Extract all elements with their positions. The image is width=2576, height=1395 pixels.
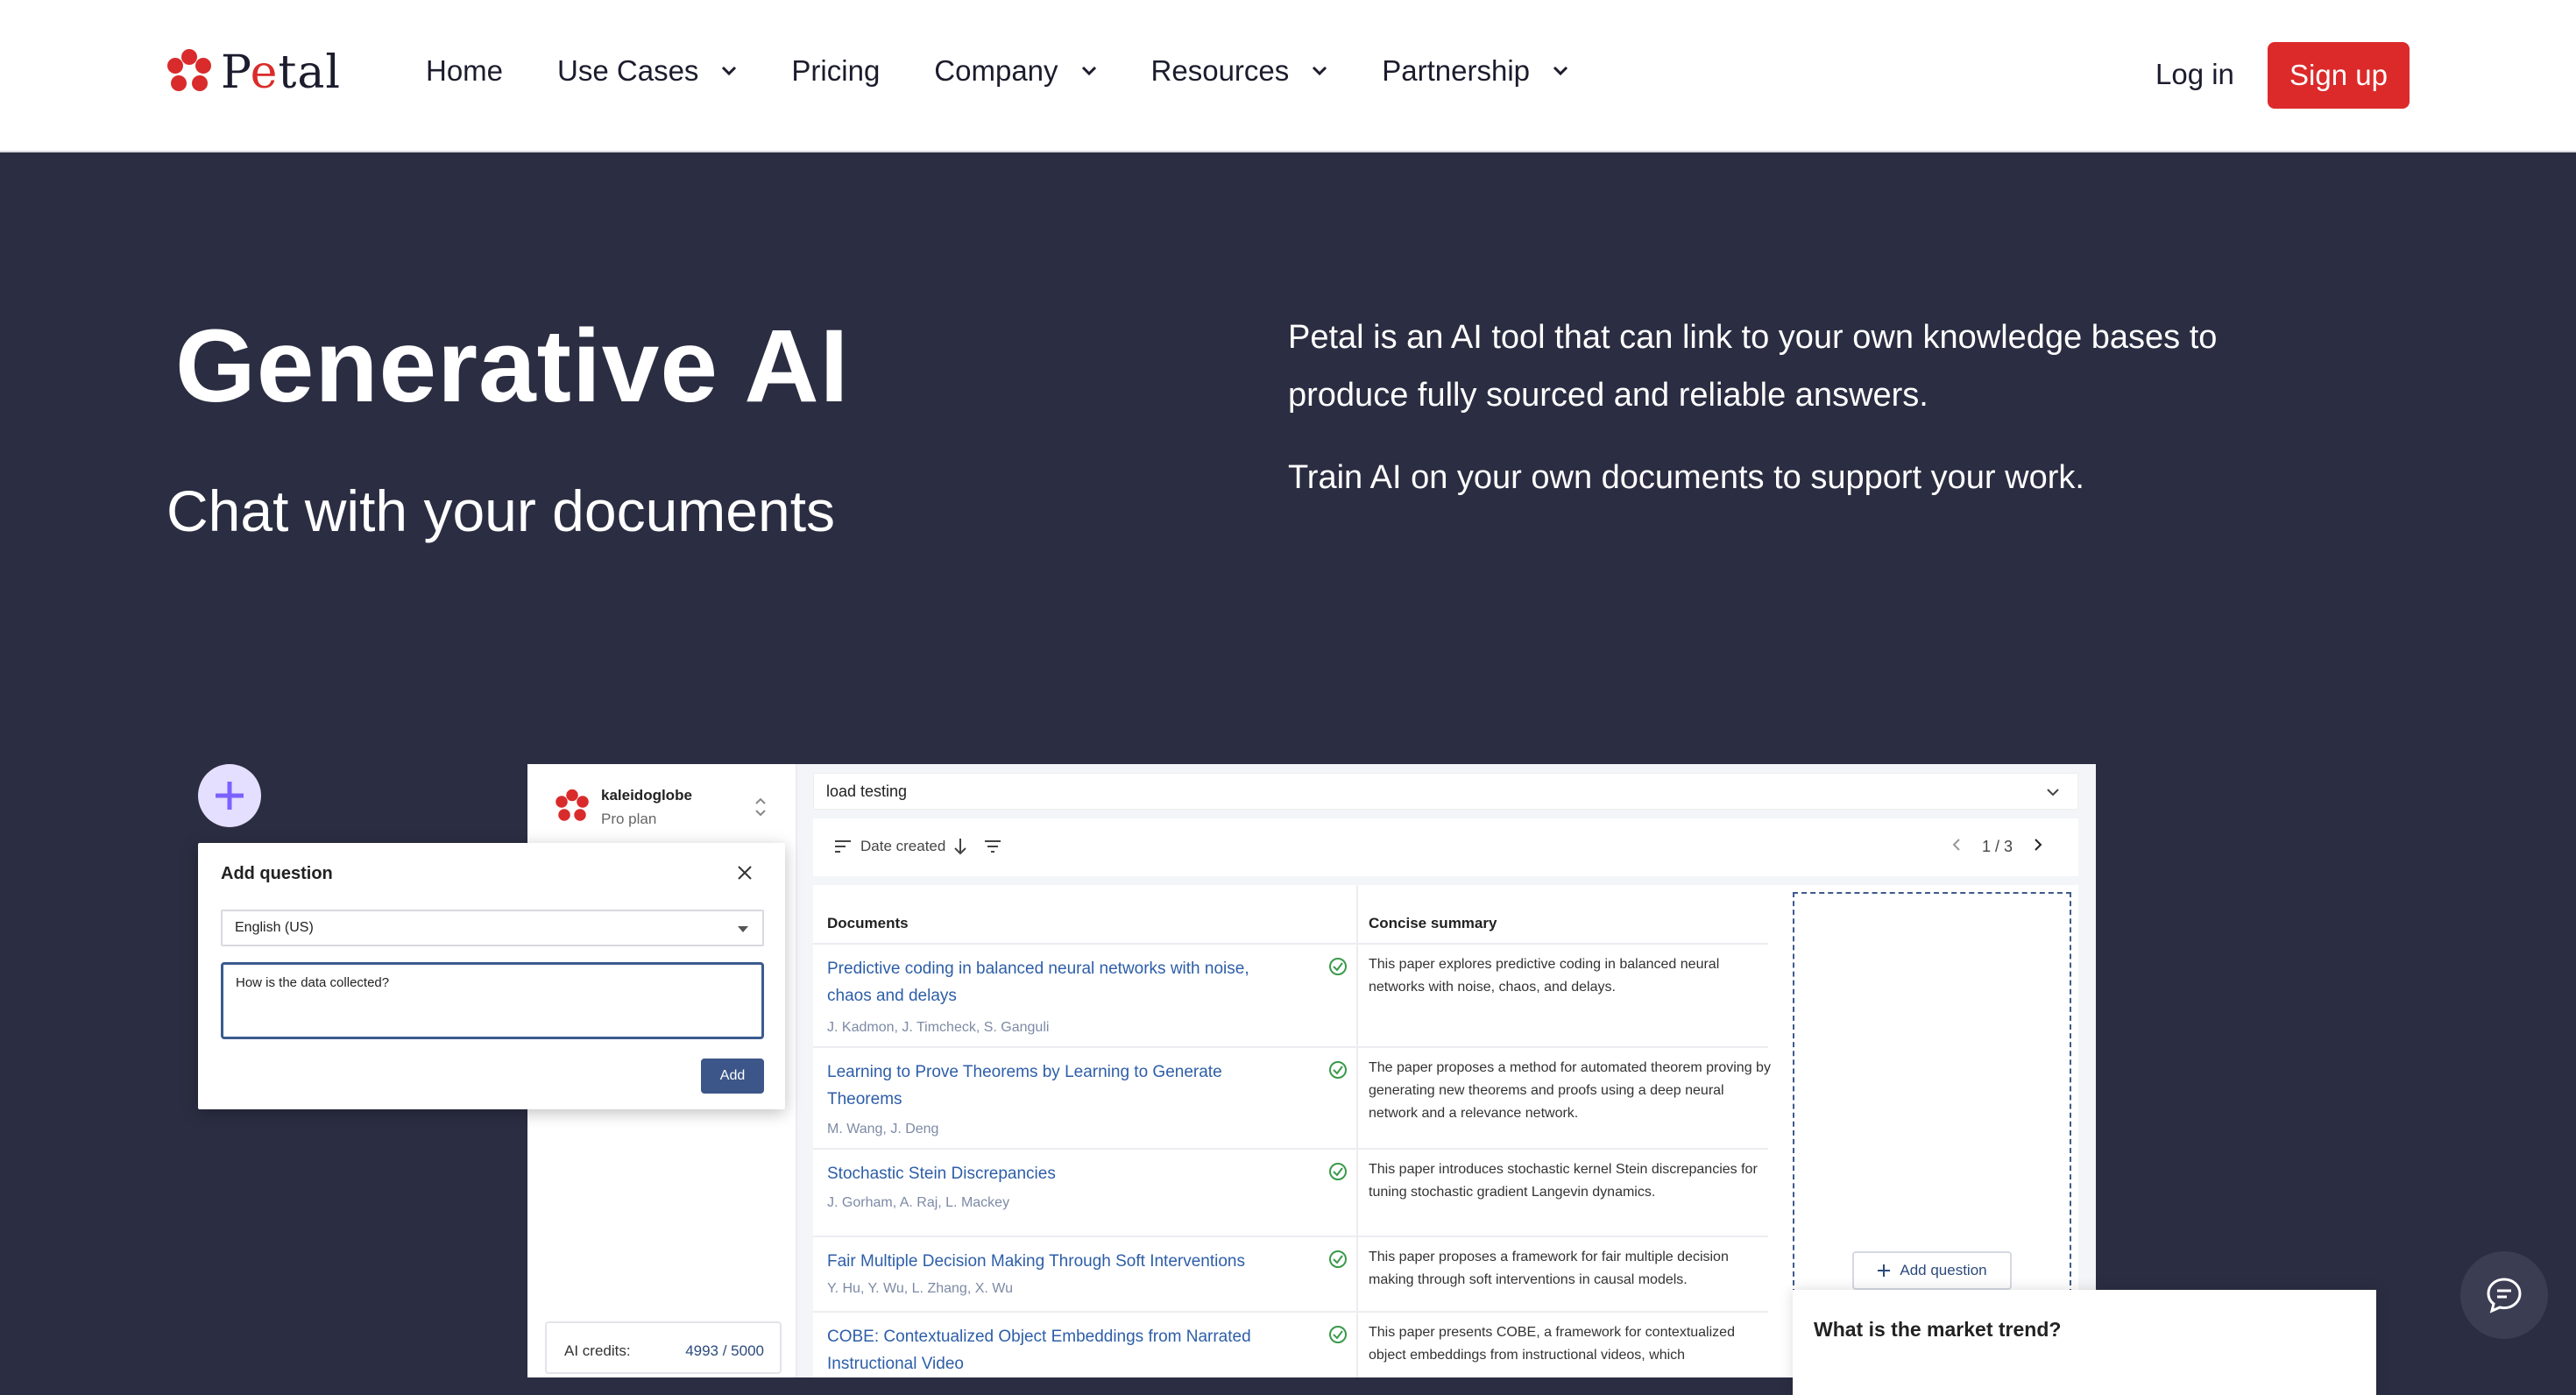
chevron-updown-icon[interactable]	[754, 796, 768, 818]
logo-wordmark: Petal	[221, 46, 341, 99]
document-title[interactable]: Learning to Prove Theorems by Learning t…	[827, 1059, 1292, 1113]
market-question-card[interactable]: What is the market trend?	[1793, 1290, 2376, 1395]
chevron-down-icon	[1553, 66, 1568, 76]
nav-home[interactable]: Home	[426, 54, 503, 88]
chevron-right-icon[interactable]	[2033, 838, 2043, 852]
document-title[interactable]: Predictive coding in balanced neural net…	[827, 955, 1292, 1009]
credits-label: AI credits:	[564, 1342, 631, 1359]
document-title[interactable]: COBE: Contextualized Object Embeddings f…	[827, 1323, 1292, 1377]
close-icon[interactable]	[734, 862, 755, 883]
table-row[interactable]: Fair Multiple Decision Making Through So…	[813, 1236, 1768, 1311]
add-question-fab[interactable]	[198, 764, 261, 827]
check-circle-icon	[1329, 1250, 1347, 1268]
document-authors: Y. Hu, Y. Wu, L. Zhang, X. Wu	[827, 1281, 1013, 1296]
chevron-down-icon	[722, 66, 737, 76]
document-title[interactable]: Stochastic Stein Discrepancies	[827, 1160, 1292, 1187]
nav-partnership[interactable]: Partnership	[1382, 54, 1568, 88]
nav-resources[interactable]: Resources	[1151, 54, 1328, 88]
arrow-down-icon[interactable]	[954, 838, 967, 855]
document-title[interactable]: Fair Multiple Decision Making Through So…	[827, 1248, 1292, 1275]
column-header-summary: Concise summary	[1369, 915, 1497, 931]
plus-icon	[1878, 1264, 1891, 1277]
language-select[interactable]: English (US)	[221, 910, 764, 946]
modal-add-button[interactable]: Add	[701, 1059, 764, 1094]
pagination: 1 / 3	[1951, 838, 2043, 856]
hero-title: Generative AI	[175, 308, 850, 424]
document-authors: J. Gorham, A. Raj, L. Mackey	[827, 1195, 1010, 1210]
chevron-down-icon	[1313, 66, 1327, 76]
add-question-modal: Add question English (US) How is the dat…	[198, 843, 785, 1109]
modal-title: Add question	[221, 864, 333, 883]
sort-control[interactable]: Date created	[834, 838, 1001, 855]
table-toolbar: Date created 1 / 3	[813, 818, 2078, 876]
filter-icon[interactable]	[984, 839, 1001, 853]
workspace-logo-icon	[556, 789, 589, 821]
sort-icon	[835, 840, 851, 853]
document-authors: J. Kadmon, J. Timcheck, S. Ganguli	[827, 1020, 1050, 1035]
app-main: load testing Date created 1 / 3 Document…	[797, 764, 2096, 1377]
table-row[interactable]: COBE: Contextualized Object Embeddings f…	[813, 1311, 1768, 1377]
table-row[interactable]: Stochastic Stein Discrepancies J. Gorham…	[813, 1148, 1768, 1236]
document-authors: M. Wang, J. Deng	[827, 1122, 939, 1137]
login-link[interactable]: Log in	[2155, 58, 2234, 91]
column-header-documents: Documents	[827, 915, 909, 931]
nav-company[interactable]: Company	[934, 54, 1096, 88]
nav-pricing[interactable]: Pricing	[791, 54, 880, 88]
page-indicator: 1 / 3	[1981, 838, 2013, 855]
document-summary: The paper proposes a method for automate…	[1369, 1060, 1771, 1121]
chat-bubble-icon	[2487, 1278, 2522, 1314]
flower-logo-icon	[167, 49, 211, 91]
ai-credits: AI credits: 4993 / 5000	[545, 1321, 782, 1374]
hero-subtitle: Chat with your documents	[166, 478, 836, 543]
workspace-plan: Pro plan	[601, 811, 657, 827]
petal-logo[interactable]: Petal	[165, 46, 341, 100]
chat-widget-button[interactable]	[2460, 1251, 2548, 1339]
document-summary: This paper introduces stochastic kernel …	[1369, 1162, 1758, 1200]
hero-description: Petal is an AI tool that can link to you…	[1288, 319, 2218, 414]
document-summary: This paper presents COBE, a framework fo…	[1369, 1325, 1735, 1363]
site-header: Petal Home Use Cases Pricing Company Res…	[0, 0, 2576, 152]
market-question: What is the market trend?	[1814, 1318, 2062, 1341]
table-row[interactable]: Learning to Prove Theorems by Learning t…	[813, 1046, 1771, 1148]
check-circle-icon	[1329, 1326, 1347, 1343]
caret-down-icon	[738, 926, 748, 932]
add-question-button[interactable]: Add question	[1852, 1251, 2012, 1290]
check-circle-icon	[1329, 1163, 1347, 1180]
signup-button[interactable]: Sign up	[2268, 42, 2410, 109]
workspace-name: kaleidoglobe	[601, 787, 692, 804]
credits-value: 4993 / 5000	[685, 1342, 764, 1359]
main-nav: Home Use Cases Pricing Company Resources…	[426, 54, 1623, 88]
chevron-down-icon	[1081, 66, 1096, 76]
search-input[interactable]: load testing	[813, 773, 2078, 810]
document-summary: This paper proposes a framework for fair…	[1369, 1250, 1729, 1287]
check-circle-icon	[1329, 1061, 1347, 1079]
chevron-down-icon[interactable]	[2046, 788, 2060, 797]
check-circle-icon	[1329, 958, 1347, 975]
table-row[interactable]: Predictive coding in balanced neural net…	[813, 943, 1768, 1046]
chevron-left-icon[interactable]	[1951, 838, 1962, 852]
hero-tagline: Train AI on your own documents to suppor…	[1288, 459, 2084, 496]
nav-use-cases[interactable]: Use Cases	[557, 54, 737, 88]
document-summary: This paper explores predictive coding in…	[1369, 957, 1720, 995]
plus-icon	[216, 782, 244, 810]
question-textarea[interactable]: How is the data collected?	[221, 962, 764, 1039]
